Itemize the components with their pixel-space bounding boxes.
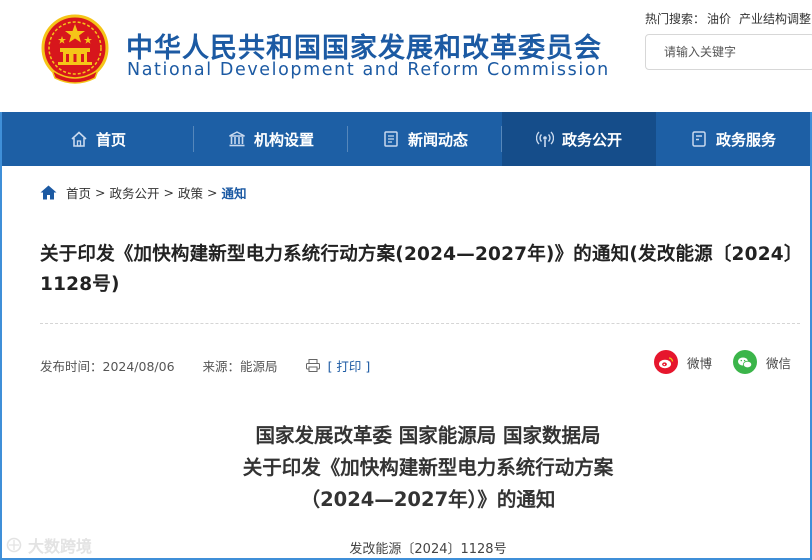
hot-search: 热门搜索： 油价 产业结构调整 — [645, 10, 812, 27]
share-wechat-button[interactable]: 微信 — [733, 350, 791, 374]
main-nav: 首页 机构设置 新闻动态 政务公开 政务服务 — [2, 112, 810, 166]
breadcrumb-separator: > — [95, 185, 106, 200]
search-input[interactable] — [645, 34, 812, 70]
nav-item-gov-affairs[interactable]: 政务公开 — [502, 112, 656, 166]
site-header: 中华人民共和国国家发展和改革委员会 National Development a… — [0, 0, 812, 112]
share-weibo-button[interactable]: 微博 — [654, 350, 712, 374]
nav-item-services[interactable]: 政务服务 — [656, 112, 810, 166]
broadcast-icon — [535, 131, 554, 147]
breadcrumb-link-policy[interactable]: 政策 — [178, 183, 203, 202]
share-weibo-label: 微博 — [687, 355, 713, 371]
share-wechat-label: 微信 — [766, 355, 792, 371]
wechat-icon — [733, 350, 757, 374]
breadcrumb-current[interactable]: 通知 — [222, 183, 247, 202]
nav-item-label: 新闻动态 — [407, 130, 468, 149]
hot-search-label: 热门搜索： — [645, 12, 706, 26]
news-icon — [384, 131, 398, 147]
national-emblem-icon — [41, 14, 109, 84]
nav-item-org[interactable]: 机构设置 — [194, 112, 348, 166]
publish-date: 发布时间：2024/08/06 — [40, 359, 175, 374]
breadcrumb-separator: > — [207, 185, 218, 200]
breadcrumb-link-home[interactable]: 首页 — [66, 183, 91, 202]
weibo-icon — [654, 350, 678, 374]
nav-item-label: 政务公开 — [561, 130, 622, 149]
title-divider — [40, 323, 800, 324]
document-issuers: 国家发展改革委 国家能源局 国家数据局 — [255, 424, 601, 447]
document-number: 发改能源〔2024〕1128号 — [349, 542, 507, 557]
nav-item-label: 机构设置 — [253, 130, 314, 149]
watermark-logo-icon — [6, 537, 22, 553]
article-title: 关于印发《加快构建新型电力系统行动方案(2024—2027年)》的通知(发改能源… — [40, 244, 794, 295]
hot-search-term[interactable]: 油价 — [707, 12, 731, 26]
document-title-line: （2024—2027年）》的通知 — [300, 488, 556, 511]
nav-item-label: 政务服务 — [715, 130, 776, 149]
building-icon — [229, 131, 245, 147]
document-title-line: 关于印发《加快构建新型电力系统行动方案 — [242, 456, 614, 479]
home-icon — [40, 185, 57, 200]
hot-search-term[interactable]: 产业结构调整 — [739, 12, 811, 26]
service-icon — [692, 131, 706, 147]
nav-item-home[interactable]: 首页 — [2, 112, 194, 166]
watermark: 大数跨境 — [4, 533, 92, 557]
article-meta: 发布时间：2024/08/06 来源：能源局 [ 打印 ] — [40, 356, 370, 375]
article-source: 来源：能源局 — [202, 359, 278, 374]
document-heading: 国家发展改革委 国家能源局 国家数据局 关于印发《加快构建新型电力系统行动方案 … — [0, 420, 812, 516]
breadcrumb-link-gov-affairs[interactable]: 政务公开 — [110, 183, 160, 202]
nav-item-news[interactable]: 新闻动态 — [348, 112, 502, 166]
nav-item-label: 首页 — [95, 130, 126, 149]
breadcrumb-separator: > — [163, 185, 174, 200]
printer-icon[interactable] — [305, 359, 320, 372]
breadcrumb: 首页 > 政务公开 > 政策 > 通知 — [40, 183, 247, 202]
watermark-text: 大数跨境 — [28, 537, 93, 556]
home-icon — [71, 131, 87, 147]
site-title-en: National Development and Reform Commissi… — [127, 60, 610, 80]
print-button[interactable]: [ 打印 ] — [328, 356, 371, 375]
